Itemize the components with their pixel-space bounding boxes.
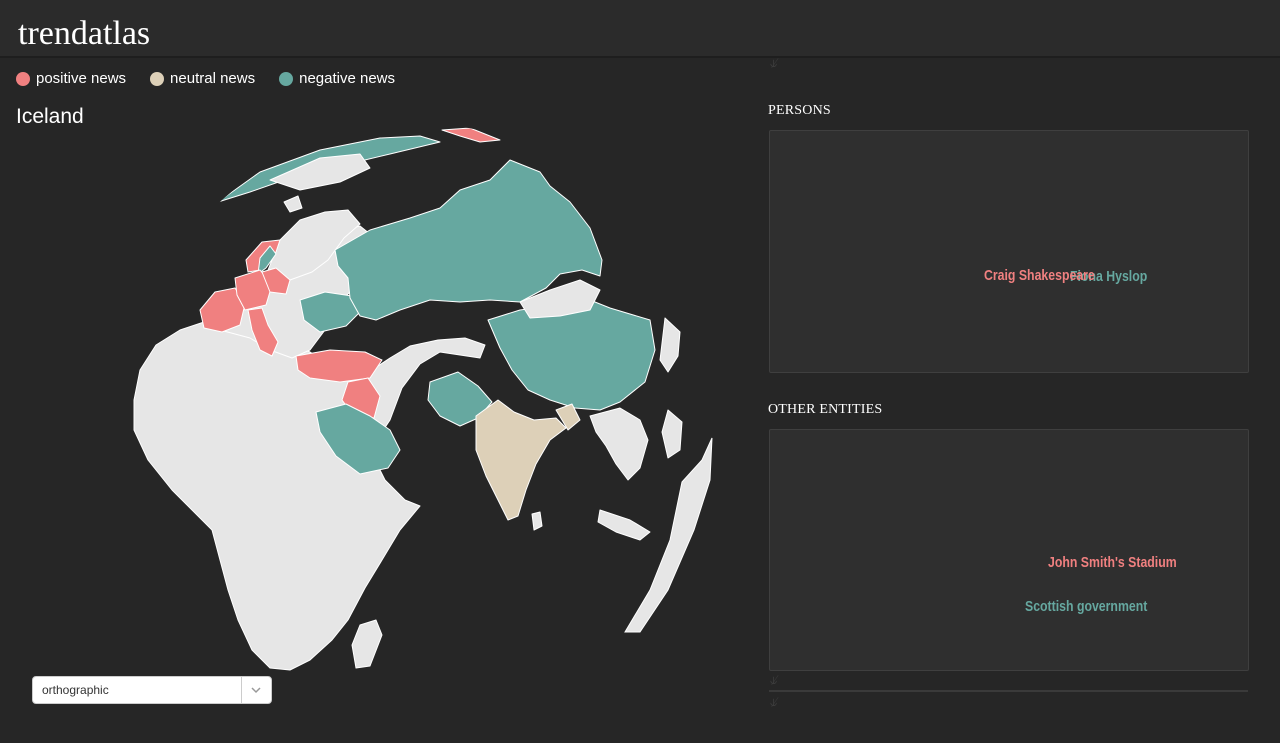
legend-label: neutral news xyxy=(170,70,256,87)
chevron-down-icon[interactable] xyxy=(250,684,262,696)
persons-word-cloud: Fiona Hyslop Craig Shakespeare xyxy=(769,130,1249,373)
madagascar[interactable] xyxy=(351,619,383,669)
turkey[interactable] xyxy=(295,349,383,383)
word-scottish-government[interactable]: Scottish government xyxy=(1025,598,1147,615)
word-craig-shakespeare[interactable]: Craig Shakespeare xyxy=(984,267,1095,284)
sentiment-legend: positive news neutral news negative news xyxy=(16,70,395,87)
select-divider xyxy=(241,677,242,703)
legend-label: positive news xyxy=(36,70,127,87)
word-john-smiths-stadium[interactable]: John Smith's Stadium xyxy=(1048,554,1177,571)
legend-label: negative news xyxy=(299,70,396,87)
negative-swatch xyxy=(279,71,294,86)
panel-divider xyxy=(769,690,1248,692)
svalbard[interactable] xyxy=(283,195,303,213)
sri-lanka[interactable] xyxy=(531,511,543,531)
faint-icon: ⫝̸ xyxy=(770,695,778,709)
indonesia[interactable] xyxy=(597,509,651,541)
india[interactable] xyxy=(475,399,567,521)
projection-value: orthographic xyxy=(42,683,109,697)
arctic-russia-north[interactable] xyxy=(441,127,501,143)
world-globe-map[interactable] xyxy=(120,120,720,720)
neutral-swatch xyxy=(150,71,165,86)
top-bar: trendatlas xyxy=(0,0,1280,58)
entities-section-title: OTHER ENTITIES xyxy=(768,402,883,417)
southeast-asia[interactable] xyxy=(589,407,649,481)
projection-select[interactable]: orthographic xyxy=(32,676,272,704)
japan[interactable] xyxy=(659,317,681,373)
legend-item-positive: positive news xyxy=(16,70,126,87)
entities-word-cloud: John Smith's Stadium Scottish government xyxy=(769,429,1249,671)
faint-icon: ⫝̸ xyxy=(770,673,778,687)
app-title: trendatlas xyxy=(18,15,151,52)
positive-swatch xyxy=(16,71,30,86)
legend-item-negative: negative news xyxy=(279,70,395,87)
faint-icon: ⫝̸ xyxy=(770,56,778,70)
persons-section-title: PERSONS xyxy=(768,103,831,118)
philippines[interactable] xyxy=(661,409,683,459)
selected-country-title: Iceland xyxy=(16,105,84,128)
legend-item-neutral: neutral news xyxy=(150,70,255,87)
